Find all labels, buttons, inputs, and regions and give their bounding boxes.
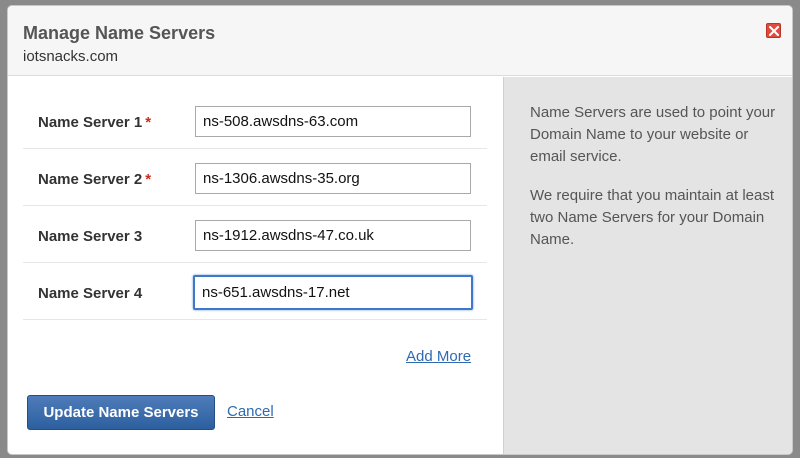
add-more-link[interactable]: Add More bbox=[406, 348, 471, 365]
name-server-2-label-text: Name Server 2 bbox=[38, 171, 143, 188]
name-server-4-label: Name Server 4 bbox=[38, 285, 143, 302]
manage-name-servers-dialog: Manage Name Servers iotsnacks.com Name S… bbox=[7, 5, 793, 455]
name-server-1-input[interactable] bbox=[195, 106, 471, 137]
name-server-row-4: Name Server 4 bbox=[23, 263, 487, 320]
help-text-requirement: We require that you maintain at least tw… bbox=[530, 187, 775, 248]
name-server-4-input[interactable] bbox=[193, 275, 473, 310]
close-button[interactable] bbox=[766, 23, 781, 38]
help-panel: Name Servers are used to point your Doma… bbox=[503, 77, 792, 454]
name-server-form: Name Server 1* Name Server 2* Name Serve… bbox=[8, 77, 503, 454]
required-marker: * bbox=[145, 114, 152, 131]
name-server-3-input[interactable] bbox=[195, 220, 471, 251]
name-server-1-label-text: Name Server 1 bbox=[38, 114, 143, 131]
name-server-1-label: Name Server 1 * bbox=[38, 114, 151, 131]
domain-name: iotsnacks.com bbox=[23, 48, 119, 65]
name-server-row-3: Name Server 3 bbox=[23, 206, 487, 263]
required-marker: * bbox=[145, 171, 152, 188]
name-server-3-label: Name Server 3 bbox=[38, 228, 143, 245]
cancel-link[interactable]: Cancel bbox=[227, 403, 274, 420]
name-server-row-2: Name Server 2 * bbox=[23, 149, 487, 206]
name-server-row-1: Name Server 1 * bbox=[23, 92, 487, 149]
dialog-header: Manage Name Servers iotsnacks.com bbox=[8, 6, 792, 76]
close-icon bbox=[769, 26, 779, 36]
name-server-2-label: Name Server 2 * bbox=[38, 171, 151, 188]
update-name-servers-button[interactable]: Update Name Servers bbox=[27, 395, 215, 430]
dialog-title: Manage Name Servers bbox=[23, 23, 216, 43]
help-text-purpose: Name Servers are used to point your Doma… bbox=[530, 104, 776, 165]
name-server-2-input[interactable] bbox=[195, 163, 471, 194]
